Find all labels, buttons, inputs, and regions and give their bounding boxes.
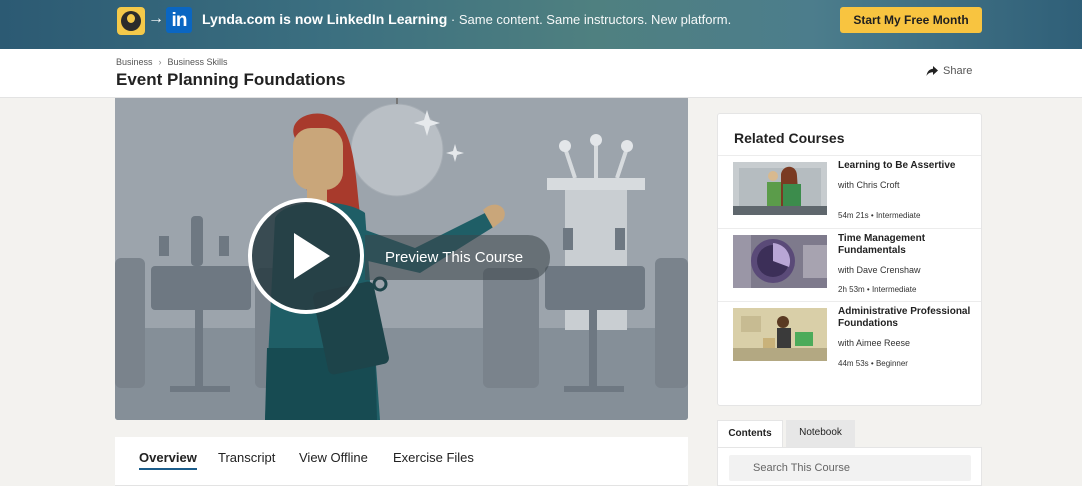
linkedin-logo-icon: in [166,7,192,33]
share-button[interactable]: Share [926,65,972,77]
related-course-item[interactable]: Learning to Be Assertive with Chris Crof… [718,155,981,228]
related-course-item[interactable]: Time Management Fundamentals with Dave C… [718,228,981,301]
meta-separator: • [864,285,872,294]
play-button[interactable] [248,198,364,314]
preview-course-label[interactable]: Preview This Course [365,235,550,280]
course-duration: 44m 53s [838,359,869,368]
page-title: Event Planning Foundations [116,70,346,89]
share-icon [926,66,938,76]
course-contents-panel: Contents Notebook [717,420,982,486]
course-title[interactable]: Learning to Be Assertive [838,160,973,172]
lynda-logo-icon [117,7,145,35]
start-free-month-button[interactable]: Start My Free Month [840,7,982,33]
banner-separator: · [447,12,459,27]
breadcrumb: Business › Business Skills [116,57,228,67]
course-header: Business › Business Skills Event Planning … [0,49,1082,98]
course-duration: 54m 21s [838,211,869,220]
tab-view-offline[interactable]: View Offline [299,450,368,465]
course-level: Intermediate [871,285,917,294]
course-meta: 2h 53m • Intermediate [838,285,916,294]
course-thumbnail [733,162,827,215]
arrow-right-icon: → [148,10,164,27]
contents-body [717,447,982,486]
course-author: with Dave Crenshaw [838,265,921,275]
tab-contents[interactable]: Contents [717,420,783,448]
course-video-preview[interactable]: Preview This Course [115,98,688,420]
course-thumbnail [733,308,827,361]
banner-sub-text: Same content. Same instructors. New plat… [458,12,732,27]
course-meta: 54m 21s • Intermediate [838,211,920,220]
course-title[interactable]: Time Management Fundamentals [838,233,973,257]
related-courses-card: Related Courses Learning to Be Assertive… [717,113,982,406]
course-level: Intermediate [875,211,921,220]
meta-separator: • [868,211,876,220]
breadcrumb-separator: › [158,57,162,67]
course-thumbnail [733,235,827,288]
breadcrumb-item-business-skills[interactable]: Business Skills [168,57,228,67]
meta-separator: • [868,359,876,368]
course-tabs: Overview Transcript View Offline Exercis… [115,437,688,486]
share-label: Share [943,65,973,77]
search-course-input[interactable] [729,455,971,481]
tab-transcript[interactable]: Transcript [218,450,275,465]
course-author: with Aimee Reese [838,338,911,348]
course-title[interactable]: Administrative Professional Foundations [838,306,973,330]
breadcrumb-item-business[interactable]: Business [116,57,153,67]
banner-message: Lynda.com is now LinkedIn Learning · Sam… [202,10,731,29]
course-duration: 2h 53m [838,285,865,294]
related-courses-heading: Related Courses [734,130,845,146]
banner-brand-text: Lynda.com is now LinkedIn Learning [202,11,448,27]
tab-notebook[interactable]: Notebook [786,420,855,448]
related-course-item[interactable]: Administrative Professional Foundations … [718,301,981,374]
course-level: Beginner [875,359,908,368]
course-meta: 44m 53s • Beginner [838,359,908,368]
tab-exercise-files[interactable]: Exercise Files [393,450,474,465]
promo-banner: → in Lynda.com is now LinkedIn Learning … [0,0,1082,49]
tab-overview[interactable]: Overview [139,450,197,470]
course-author: with Chris Croft [838,180,900,190]
